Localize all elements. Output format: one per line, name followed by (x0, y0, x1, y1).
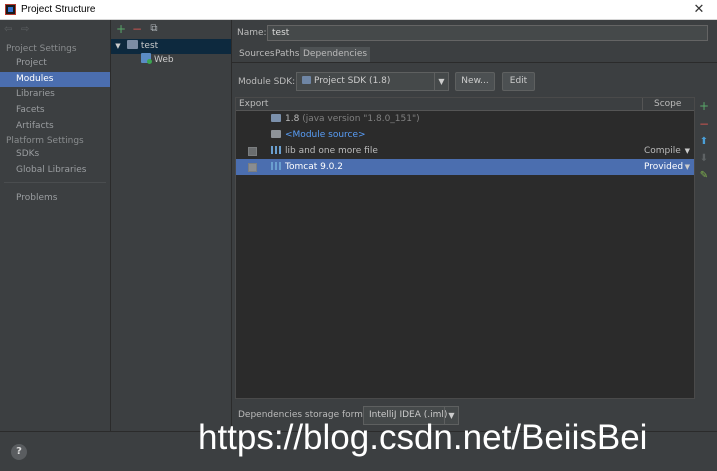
sidebar-item-modules[interactable]: Modules (0, 72, 110, 87)
table-header: Export Scope (236, 98, 694, 111)
add-icon[interactable]: + (115, 23, 127, 35)
edit-icon[interactable]: ✎ (698, 170, 710, 182)
sidebar-item-problems[interactable]: Problems (0, 191, 110, 206)
sidebar-item-global-libraries[interactable]: Global Libraries (0, 163, 110, 178)
tree-node-label: Web (154, 55, 174, 65)
help-icon[interactable]: ? (11, 444, 27, 460)
table-row[interactable]: Tomcat 9.0.2 Provided ▼ (236, 159, 694, 175)
table-row[interactable]: <Module source> (236, 127, 694, 143)
remove-icon[interactable]: − (698, 118, 710, 130)
watermark-text: https://blog.csdn.net/BeiisBei (198, 418, 648, 457)
library-icon (271, 146, 281, 154)
table-row[interactable]: lib and one more file Compile ▼ (236, 143, 694, 159)
copy-icon[interactable]: ⧉ (148, 23, 160, 35)
sidebar-item-sdks[interactable]: SDKs (0, 147, 110, 162)
module-sdk-value: Project SDK (1.8) (314, 76, 391, 86)
window-titlebar: Project Structure ✕ (0, 0, 717, 20)
table-row[interactable]: 1.8 (java version "1.8.0_151") (236, 111, 694, 127)
dependency-name: <Module source> (285, 130, 366, 140)
expand-icon[interactable]: ▼ (112, 39, 124, 54)
sidebar-item-project[interactable]: Project (0, 56, 110, 71)
project-settings-heading: Project Settings (6, 44, 77, 54)
dependency-name: Tomcat 9.0.2 (285, 162, 343, 172)
add-icon[interactable]: + (698, 100, 710, 112)
close-icon[interactable]: ✕ (681, 0, 717, 20)
source-folder-icon (271, 130, 281, 138)
settings-sidebar: ⇦ ⇨ Project Settings Project Modules Lib… (0, 20, 111, 431)
sidebar-item-artifacts[interactable]: Artifacts (0, 119, 110, 134)
module-settings-panel: Name: test Sources Paths Dependencies Mo… (232, 20, 717, 431)
dependencies-table: Export Scope 1.8 (java version "1.8.0_15… (235, 97, 695, 399)
tab-paths[interactable]: Paths (272, 47, 302, 62)
platform-settings-heading: Platform Settings (6, 136, 84, 146)
export-column-header[interactable]: Export (239, 98, 268, 111)
scope-value[interactable]: Provided (644, 159, 683, 175)
sidebar-divider (4, 182, 106, 183)
intellij-app-icon (5, 4, 16, 15)
module-sdk-label: Module SDK: (238, 77, 296, 87)
window-title: Project Structure (21, 4, 96, 15)
history-navigation: ⇦ ⇨ (4, 24, 35, 38)
export-checkbox[interactable] (248, 163, 257, 172)
move-up-icon[interactable]: ⬆ (698, 136, 710, 148)
module-name-field[interactable]: test (267, 25, 708, 41)
sidebar-item-libraries[interactable]: Libraries (0, 87, 110, 102)
chevron-down-icon: ▼ (434, 73, 448, 90)
back-arrow-icon[interactable]: ⇦ (4, 24, 18, 35)
library-icon (271, 162, 281, 170)
edit-sdk-button[interactable]: Edit (502, 72, 535, 91)
dependency-name: lib and one more file (285, 146, 378, 156)
scope-column-header[interactable]: Scope (654, 98, 681, 111)
tab-dependencies[interactable]: Dependencies (300, 47, 371, 62)
module-folder-icon (126, 40, 138, 49)
export-checkbox[interactable] (248, 147, 257, 156)
scope-value[interactable]: Compile (644, 143, 681, 159)
sdk-folder-icon (271, 114, 281, 122)
tree-node-test[interactable]: ▼ test (111, 39, 231, 54)
remove-icon[interactable]: − (131, 23, 143, 35)
dependency-detail: (java version "1.8.0_151") (302, 114, 420, 124)
move-down-icon[interactable]: ⬇ (698, 153, 710, 165)
tree-node-label: test (140, 41, 159, 51)
chevron-down-icon[interactable]: ▼ (685, 159, 690, 175)
column-divider (642, 98, 643, 111)
sidebar-item-facets[interactable]: Facets (0, 103, 110, 118)
sdk-folder-icon (302, 76, 311, 84)
name-label: Name: (237, 28, 267, 38)
tree-node-web[interactable]: Web (111, 53, 231, 68)
module-sdk-select[interactable]: Project SDK (1.8) ▼ (296, 72, 449, 91)
chevron-down-icon[interactable]: ▼ (685, 143, 690, 159)
new-sdk-button[interactable]: New... (455, 72, 495, 91)
tabs-divider (232, 62, 717, 63)
forward-arrow-icon[interactable]: ⇨ (21, 24, 35, 35)
dependency-name: 1.8 (285, 114, 300, 124)
module-tree-panel: + − ⧉ ▼ test Web (111, 20, 232, 431)
web-facet-icon (141, 53, 152, 64)
